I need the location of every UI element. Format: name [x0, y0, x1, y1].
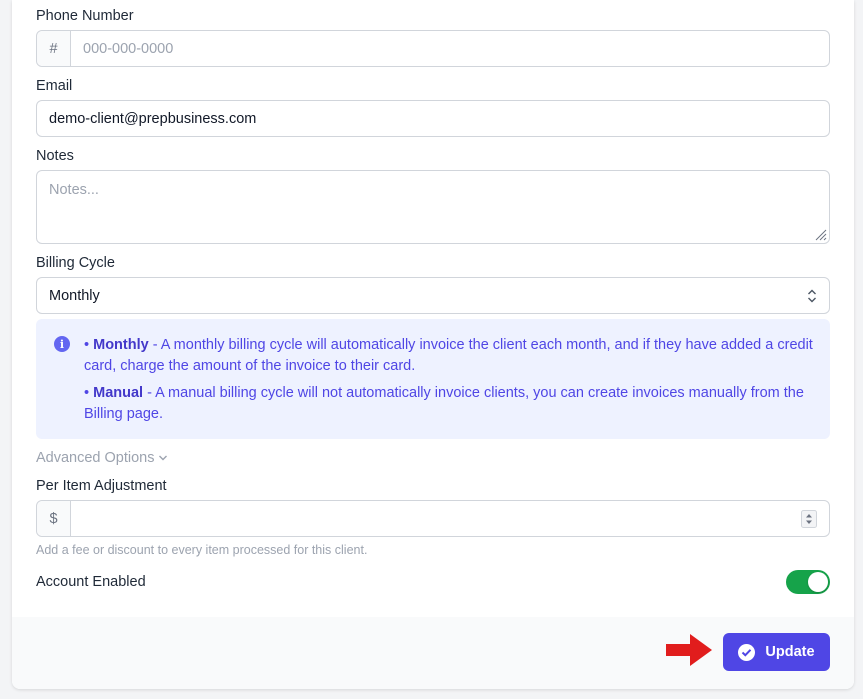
email-label: Email — [36, 78, 73, 94]
form-footer: Update — [12, 617, 854, 689]
update-button[interactable]: Update — [723, 633, 830, 671]
client-form-card: Phone Number # 000-000-0000 Email demo-c… — [12, 0, 854, 689]
account-enabled-label: Account Enabled — [36, 574, 146, 590]
info-manual-text: - A manual billing cycle will not automa… — [84, 385, 804, 422]
info-manual-title: Manual — [93, 385, 144, 401]
chevron-down-icon — [158, 455, 167, 461]
advanced-options-toggle[interactable]: Advanced Options — [36, 450, 168, 466]
phone-input[interactable]: 000-000-0000 — [83, 31, 173, 66]
billing-cycle-value: Monthly — [49, 287, 100, 304]
info-icon: i — [54, 336, 70, 352]
info-monthly: • Monthly - A monthly billing cycle will… — [84, 337, 813, 374]
spinner-arrows-icon[interactable] — [801, 510, 817, 528]
billing-cycle-label: Billing Cycle — [36, 255, 115, 271]
toggle-knob — [808, 572, 828, 592]
advanced-options-label: Advanced Options — [36, 450, 155, 466]
per-item-adjustment-hint: Add a fee or discount to every item proc… — [36, 543, 368, 557]
notes-label: Notes — [36, 148, 74, 164]
info-monthly-title: Monthly — [93, 337, 149, 353]
email-input[interactable]: demo-client@prepbusiness.com — [49, 101, 256, 136]
phone-prefix: # — [37, 31, 71, 66]
select-chevrons-icon — [808, 289, 816, 303]
per-item-adjustment-field[interactable]: $ — [36, 500, 830, 537]
resize-handle-icon[interactable] — [815, 229, 827, 241]
billing-cycle-select[interactable]: Monthly — [36, 277, 830, 314]
check-circle-icon — [738, 643, 756, 661]
per-item-adjustment-label: Per Item Adjustment — [36, 478, 167, 494]
info-manual: • Manual - A manual billing cycle will n… — [84, 385, 804, 422]
update-button-label: Update — [765, 644, 815, 660]
billing-cycle-info-box: i • Monthly - A monthly billing cycle wi… — [36, 319, 830, 439]
notes-textarea[interactable]: Notes... — [36, 170, 830, 244]
currency-prefix: $ — [37, 501, 71, 536]
email-field[interactable]: demo-client@prepbusiness.com — [36, 100, 830, 137]
account-enabled-toggle[interactable] — [786, 570, 830, 594]
phone-label: Phone Number — [36, 8, 134, 24]
info-monthly-text: - A monthly billing cycle will automatic… — [84, 337, 813, 374]
red-arrow-icon — [666, 634, 712, 666]
notes-placeholder: Notes... — [49, 182, 99, 198]
phone-field[interactable]: # 000-000-0000 — [36, 30, 830, 67]
